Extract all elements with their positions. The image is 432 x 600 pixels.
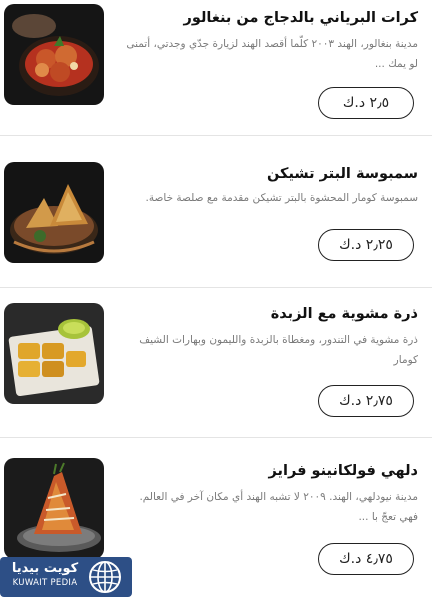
biryani-balls-photo-icon xyxy=(4,4,104,105)
menu-item[interactable]: كرات البرياني بالدجاج من بنغالور مدينة ب… xyxy=(0,0,432,136)
item-description: سمبوسة كومار المحشوة بالبتر تشيكن مقدمة … xyxy=(145,192,418,204)
menu-item[interactable]: ذرة مشوية مع الزبدة ذرة مشوية في التندور… xyxy=(0,288,432,438)
item-description: مدينة بنغالور، الهند ٢٠٠٣ كلّما أقصد اله… xyxy=(126,38,418,70)
globe-icon xyxy=(89,561,121,593)
biryani-balls-image[interactable] xyxy=(4,4,104,105)
item-description: مدينة نيودلهي، الهند. ٢٠٠٩ لا تشبه الهند… xyxy=(139,491,418,523)
item-description: ذرة مشوية في التندور، ومغطاة بالزبدة وال… xyxy=(139,334,418,366)
item-title: دلهي فولكانينو فرايز xyxy=(268,463,418,479)
price-button[interactable]: ٤٫٧٥ د.ك xyxy=(318,543,414,575)
menu-item[interactable]: سمبوسة البتر تشيكن سمبوسة كومار المحشوة … xyxy=(0,136,432,288)
kuwait-pedia-watermark: كويت بيديا KUWAIT PEDIA xyxy=(0,557,132,597)
watermark-english-text: KUWAIT PEDIA xyxy=(12,578,78,588)
watermark-arabic-text: كويت بيديا xyxy=(11,561,79,576)
item-title: سمبوسة البتر تشيكن xyxy=(266,166,418,182)
price-button[interactable]: ٢٫٧٥ د.ك xyxy=(318,385,414,417)
price-button[interactable]: ٢٫٥ د.ك xyxy=(318,87,414,119)
volcano-fries-photo-icon xyxy=(4,458,104,559)
price-button[interactable]: ٢٫٢٥ د.ك xyxy=(318,229,414,261)
item-title: ذرة مشوية مع الزبدة xyxy=(270,306,418,322)
samosa-image[interactable] xyxy=(4,162,104,263)
grilled-corn-image[interactable] xyxy=(4,303,104,404)
volcano-fries-image[interactable] xyxy=(4,458,104,559)
item-title: كرات البرياني بالدجاج من بنغالور xyxy=(183,10,419,26)
grilled-corn-photo-icon xyxy=(4,303,104,404)
menu-list: كرات البرياني بالدجاج من بنغالور مدينة ب… xyxy=(0,0,432,600)
samosa-photo-icon xyxy=(4,162,104,263)
